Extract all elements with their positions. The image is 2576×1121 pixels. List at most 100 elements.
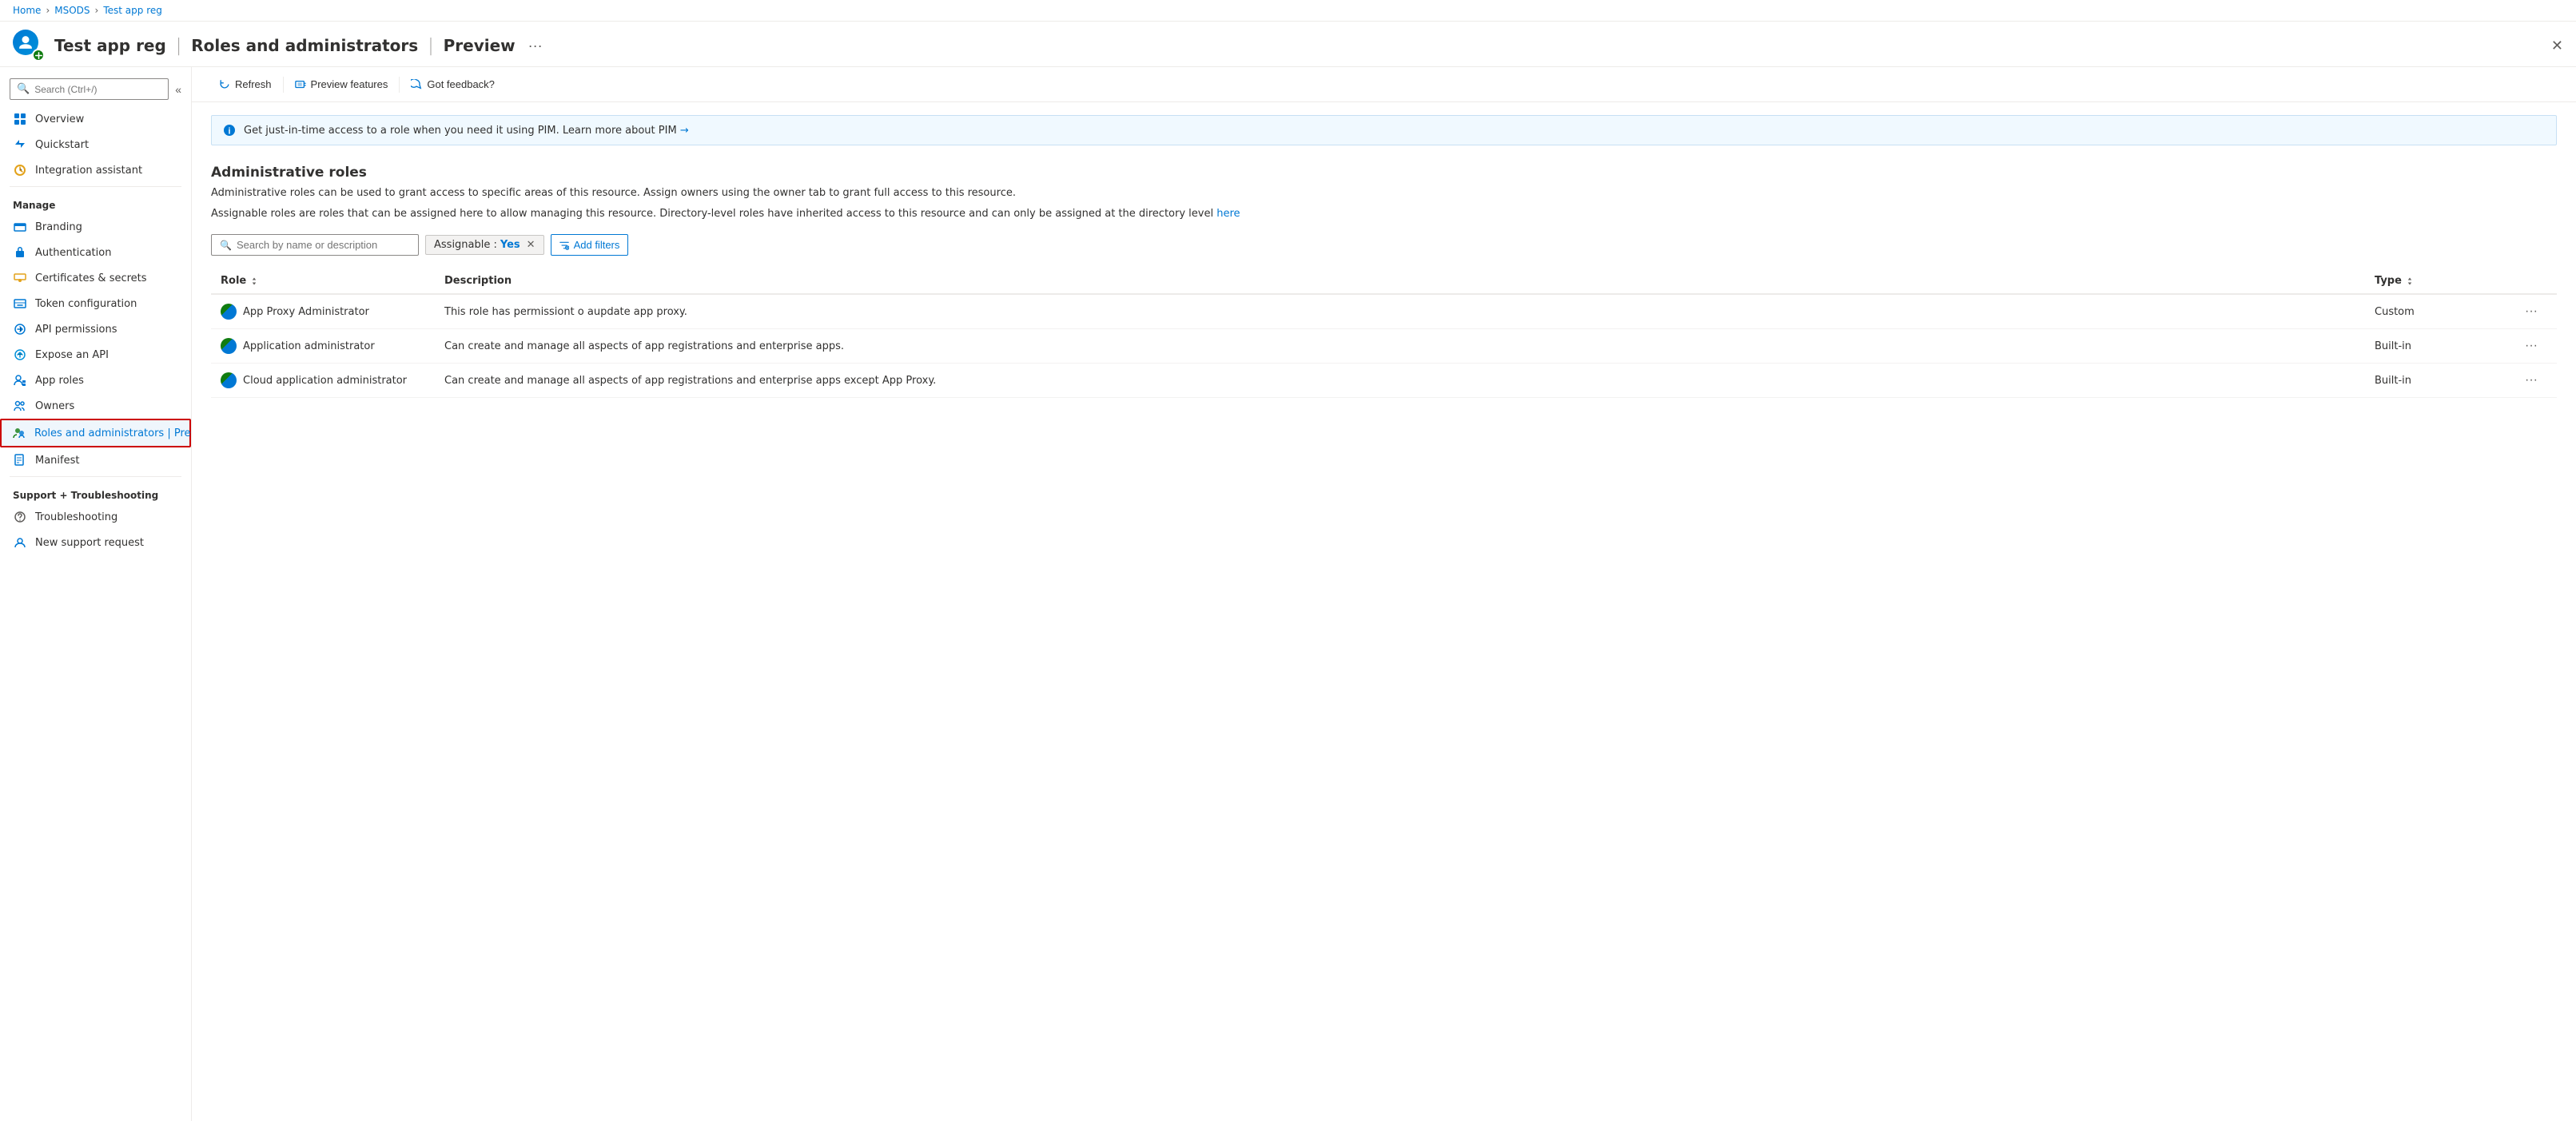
quickstart-icon	[13, 137, 27, 152]
table-row: Cloud application administrator Can crea…	[211, 364, 2557, 398]
sidebar-item-expose-api[interactable]: Expose an API	[0, 342, 191, 368]
role-name-0: App Proxy Administrator	[243, 306, 369, 318]
role-desc-1: Can create and manage all aspects of app…	[435, 329, 2365, 364]
role-type-2: Built-in	[2365, 364, 2509, 398]
breadcrumb-current: Test app reg	[103, 5, 162, 16]
role-name-2: Cloud application administrator	[243, 375, 407, 387]
authentication-icon	[13, 245, 27, 260]
refresh-icon	[219, 79, 230, 90]
certificates-icon	[13, 271, 27, 285]
sidebar-item-api-permissions[interactable]: API permissions	[0, 316, 191, 342]
here-link[interactable]: here	[1216, 208, 1240, 220]
page-subtitle: Roles and administrators	[191, 36, 418, 55]
sidebar-item-roles-admins[interactable]: Roles and administrators | Preview	[0, 419, 191, 447]
row-menu-0[interactable]: ···	[2518, 303, 2544, 320]
refresh-button[interactable]: Refresh	[211, 74, 280, 95]
sidebar-item-integration[interactable]: Integration assistant	[0, 157, 191, 183]
sidebar-item-new-support[interactable]: New support request	[0, 530, 191, 555]
row-menu-2[interactable]: ···	[2518, 372, 2544, 389]
feedback-icon	[411, 79, 422, 90]
breadcrumb-home[interactable]: Home	[13, 5, 41, 16]
page-tag: Preview	[444, 36, 516, 55]
support-icon	[13, 535, 27, 550]
add-filters-button[interactable]: Add filters	[551, 234, 629, 256]
collapse-button[interactable]: «	[172, 80, 185, 99]
search-input[interactable]	[34, 84, 161, 95]
owners-icon	[13, 399, 27, 413]
preview-features-button[interactable]: Preview features	[287, 74, 396, 95]
sidebar-item-overview[interactable]: Overview	[0, 106, 191, 132]
sidebar-item-token[interactable]: Token configuration	[0, 291, 191, 316]
desc-col-header[interactable]: Description	[444, 275, 2355, 287]
sidebar-item-branding[interactable]: Branding	[0, 214, 191, 240]
assignable-filter-badge: Assignable : Yes ✕	[425, 235, 544, 255]
feedback-button[interactable]: Got feedback?	[403, 74, 503, 95]
title-sep2: |	[428, 36, 433, 56]
page-title: Test app reg	[54, 36, 166, 55]
sidebar-label-overview: Overview	[35, 113, 84, 125]
sidebar-label-quickstart: Quickstart	[35, 139, 89, 151]
more-options-button[interactable]: ···	[522, 34, 549, 58]
sidebar-label-expose-api: Expose an API	[35, 349, 109, 361]
sidebar-item-authentication[interactable]: Authentication	[0, 240, 191, 265]
search-icon: 🔍	[17, 83, 30, 95]
sidebar-label-owners: Owners	[35, 400, 74, 412]
sidebar-item-app-roles[interactable]: App roles	[0, 368, 191, 393]
sidebar-label-certificates: Certificates & secrets	[35, 272, 147, 284]
toolbar-sep1	[283, 77, 284, 93]
breadcrumb-sep2: ›	[95, 5, 99, 16]
title-sep1: |	[176, 36, 181, 56]
integration-icon	[13, 163, 27, 177]
sidebar-label-troubleshooting: Troubleshooting	[35, 511, 117, 523]
overview-icon	[13, 112, 27, 126]
sidebar-item-owners[interactable]: Owners	[0, 393, 191, 419]
info-icon	[223, 124, 236, 137]
token-icon	[13, 296, 27, 311]
roles-table: Role Description Type	[211, 268, 2557, 398]
sidebar-item-quickstart[interactable]: Quickstart	[0, 132, 191, 157]
sidebar-label-api-permissions: API permissions	[35, 324, 117, 336]
sidebar-item-certificates[interactable]: Certificates & secrets	[0, 265, 191, 291]
support-section-label: Support + Troubleshooting	[0, 483, 191, 504]
sidebar-label-app-roles: App roles	[35, 375, 84, 387]
sidebar-label-branding: Branding	[35, 221, 82, 233]
close-button[interactable]: ✕	[2551, 38, 2563, 54]
filter-search-icon: 🔍	[220, 240, 232, 251]
manifest-icon	[13, 453, 27, 467]
sidebar-label-authentication: Authentication	[35, 247, 111, 259]
row-menu-1[interactable]: ···	[2518, 337, 2544, 355]
type-col-header[interactable]: Type	[2375, 275, 2499, 287]
role-name-1: Application administrator	[243, 340, 375, 352]
banner-link[interactable]: →	[680, 125, 689, 137]
branding-icon	[13, 220, 27, 234]
role-avatar-2	[221, 372, 237, 388]
assignable-filter-close[interactable]: ✕	[527, 239, 536, 251]
role-avatar-1	[221, 338, 237, 354]
name-description-search[interactable]	[237, 239, 410, 251]
roles-admins-icon	[12, 426, 26, 440]
add-filter-icon	[559, 240, 569, 250]
banner-text: Get just-in-time access to a role when y…	[244, 125, 689, 137]
sidebar-label-new-support: New support request	[35, 537, 144, 549]
role-type-0: Custom	[2365, 294, 2509, 329]
sidebar-item-manifest[interactable]: Manifest	[0, 447, 191, 473]
manage-section-label: Manage	[0, 193, 191, 214]
sidebar-label-token: Token configuration	[35, 298, 137, 310]
breadcrumb-msods[interactable]: MSODS	[54, 5, 90, 16]
toolbar-sep2	[399, 77, 400, 93]
sort-type-icon	[2405, 276, 2415, 286]
sidebar-label-manifest: Manifest	[35, 455, 79, 467]
section-title: Administrative roles	[211, 165, 2557, 181]
role-desc-0: This role has permissiont o aupdate app …	[435, 294, 2365, 329]
role-desc-2: Can create and manage all aspects of app…	[435, 364, 2365, 398]
sidebar-label-roles-admins: Roles and administrators | Preview	[34, 427, 192, 439]
expose-api-icon	[13, 348, 27, 362]
table-row: Application administrator Can create and…	[211, 329, 2557, 364]
preview-icon	[295, 79, 306, 90]
breadcrumb-sep1: ›	[46, 5, 50, 16]
section-desc: Administrative roles can be used to gran…	[211, 185, 2557, 201]
sidebar-label-integration: Integration assistant	[35, 165, 142, 177]
troubleshooting-icon	[13, 510, 27, 524]
role-col-header[interactable]: Role	[221, 275, 425, 287]
sidebar-item-troubleshooting[interactable]: Troubleshooting	[0, 504, 191, 530]
